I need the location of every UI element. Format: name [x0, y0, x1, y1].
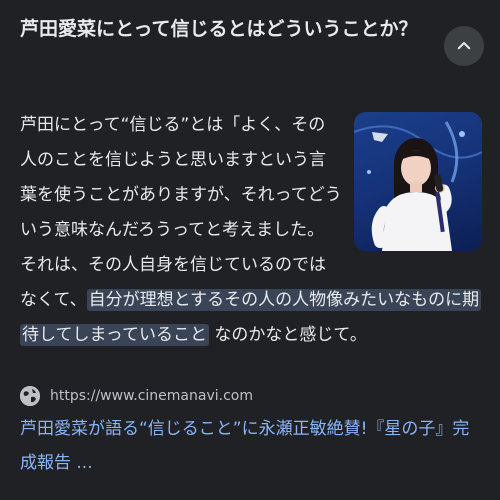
source-link[interactable]: https://www.cinemanavi.com	[20, 384, 253, 408]
globe-icon	[20, 386, 40, 406]
answer-text-outro: なのかなと感じて。	[214, 325, 367, 345]
collapse-button[interactable]	[444, 26, 484, 66]
source-url[interactable]: https://www.cinemanavi.com	[50, 388, 253, 404]
answer-snippet: 芦田にとって“信じる”とは「よく、その人のことを信じようと思いますという言葉を使…	[20, 108, 482, 353]
source-title-link[interactable]: 芦田愛菜が語る“信じること”に永瀬正敏絶賛!『星の子』完成報告 ...	[20, 412, 482, 480]
answer-text-intro: 芦田にとって“信じる”とは「よく、その人のことを信じようと思いますという言葉を使…	[20, 115, 342, 310]
chevron-up-icon	[457, 42, 471, 50]
thumbnail-image[interactable]	[354, 112, 482, 251]
question-title: 芦田愛菜にとって信じるとはどういうことか？	[20, 18, 418, 40]
